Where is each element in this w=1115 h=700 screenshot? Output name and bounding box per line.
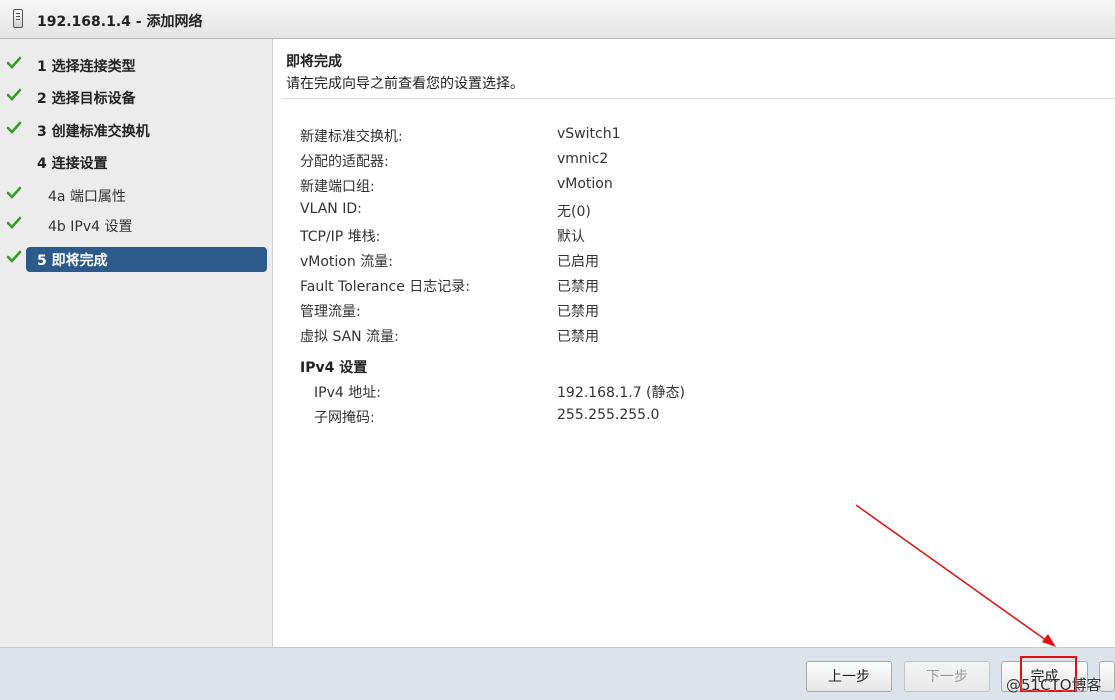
setting-key: IPv4 地址: [314,385,381,401]
setting-row: 管理流量: 已禁用 [274,301,1104,323]
setting-key: 管理流量: [300,304,361,320]
setting-key: VLAN ID: [300,201,362,217]
wizard-footer: 上一步 下一步 完成 [0,647,1115,700]
step-select-target-device[interactable]: 2 选择目标设备 [0,85,273,109]
setting-value: vMotion [557,176,613,192]
step-create-standard-switch[interactable]: 3 创建标准交换机 [0,118,273,142]
checkmark-icon [6,56,22,69]
setting-row: 子网掩码: 255.255.255.0 [274,407,1104,429]
setting-key: TCP/IP 堆栈: [300,229,381,245]
checkmark-icon [6,186,22,199]
step-label: 4b IPv4 设置 [48,219,133,235]
setting-value: 已禁用 [557,304,599,320]
checkmark-icon [6,250,22,263]
setting-key: Fault Tolerance 日志记录: [300,279,470,295]
step-select-connection-type[interactable]: 1 选择连接类型 [0,53,273,77]
step-label: 4 连接设置 [37,156,108,172]
page-description: 请在完成向导之前查看您的设置选择。 [286,76,524,92]
setting-row: TCP/IP 堆栈: 默认 [274,226,1104,248]
setting-value: 已启用 [557,254,599,270]
checkmark-icon [6,121,22,134]
step-label: 3 创建标准交换机 [37,124,150,140]
step-ready-to-complete[interactable]: 5 即将完成 [0,247,273,272]
step-label: 4a 端口属性 [48,189,126,205]
ipv4-section-title: IPv4 设置 [300,360,368,376]
setting-value: 已禁用 [557,329,599,345]
host-icon [13,9,23,28]
watermark: @51CTO博客 [1006,676,1102,694]
setting-row: 虚拟 SAN 流量: 已禁用 [274,326,1104,348]
setting-value: vSwitch1 [557,126,621,142]
setting-row: VLAN ID: 无(0) [274,201,1104,223]
next-button[interactable]: 下一步 [904,661,990,692]
setting-row: 新建标准交换机: vSwitch1 [274,126,1104,148]
step-label: 1 选择连接类型 [37,59,136,75]
window-title: 192.168.1.4 - 添加网络 [37,14,203,30]
setting-row: vMotion 流量: 已启用 [274,251,1104,273]
setting-value: 已禁用 [557,279,599,295]
setting-value: 192.168.1.7 (静态) [557,385,685,401]
step-label: 2 选择目标设备 [37,91,136,107]
setting-value: 无(0) [557,204,591,220]
summary-panel: 即将完成 请在完成向导之前查看您的设置选择。 新建标准交换机: vSwitch1… [274,39,1115,647]
setting-key: 子网掩码: [314,410,375,426]
setting-row: 分配的适配器: vmnic2 [274,151,1104,173]
title-bar: 192.168.1.4 - 添加网络 [0,0,1115,39]
step-connection-settings[interactable]: 4 连接设置 [0,150,273,174]
wizard-steps-sidebar: 1 选择连接类型 2 选择目标设备 3 创建标准交换机 4 连接设置 4a 端口… [0,39,273,647]
checkmark-icon [6,88,22,101]
checkmark-icon [6,216,22,229]
setting-key: 分配的适配器: [300,154,389,170]
setting-row: Fault Tolerance 日志记录: 已禁用 [274,276,1104,298]
page-title: 即将完成 [286,54,342,70]
step-ipv4-settings[interactable]: 4b IPv4 设置 [0,213,273,237]
setting-value: 255.255.255.0 [557,407,660,423]
setting-row: 新建端口组: vMotion [274,176,1104,198]
setting-key: 虚拟 SAN 流量: [300,329,399,345]
setting-value: vmnic2 [557,151,609,167]
step-label: 5 即将完成 [37,253,108,269]
setting-row: IPv4 地址: 192.168.1.7 (静态) [274,382,1104,404]
setting-value: 默认 [557,229,585,245]
setting-key: 新建端口组: [300,179,375,195]
divider [282,98,1115,99]
setting-key: vMotion 流量: [300,254,393,270]
step-port-properties[interactable]: 4a 端口属性 [0,183,273,207]
setting-key: 新建标准交换机: [300,129,403,145]
back-button[interactable]: 上一步 [806,661,892,692]
